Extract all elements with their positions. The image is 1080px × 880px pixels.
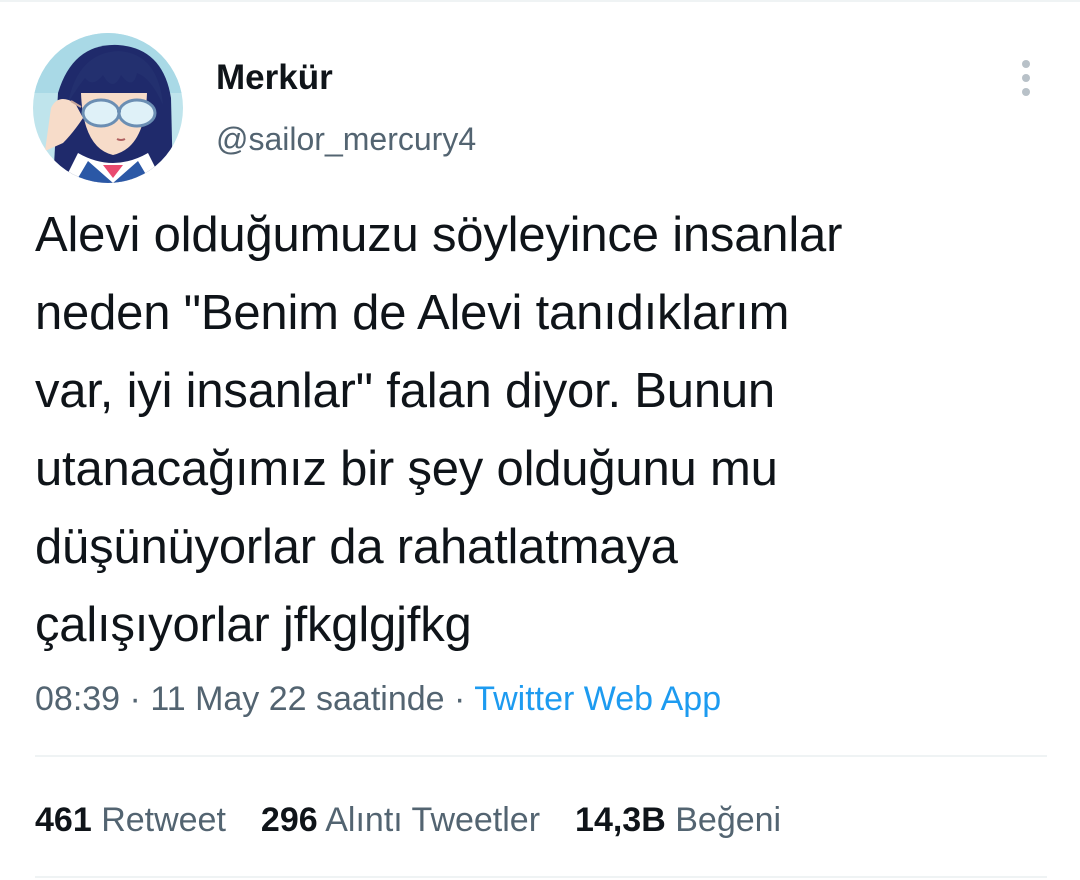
retweets-stat[interactable]: 461 Retweet bbox=[35, 797, 226, 843]
more-options-button[interactable] bbox=[1004, 56, 1048, 100]
avatar[interactable] bbox=[33, 33, 183, 183]
tweet-time[interactable]: 08:39 bbox=[35, 680, 120, 718]
divider bbox=[35, 876, 1047, 878]
retweets-label: Retweet bbox=[101, 801, 226, 839]
quotes-count: 296 bbox=[260, 801, 318, 839]
quotes-stat[interactable]: 296 Alıntı Tweetler bbox=[261, 797, 540, 843]
anime-avatar-icon bbox=[33, 33, 183, 183]
quotes-label: Alıntı Tweetler bbox=[325, 801, 541, 839]
author-handle[interactable]: @sailor_mercury4 bbox=[216, 118, 476, 160]
tweet-date[interactable]: 11 May 22 saatinde bbox=[150, 680, 444, 718]
meta-separator: · bbox=[129, 680, 141, 718]
author-display-name[interactable]: Merkür bbox=[216, 56, 333, 100]
more-vertical-icon bbox=[1022, 60, 1030, 96]
likes-label: Beğeni bbox=[675, 801, 782, 839]
retweets-count: 461 bbox=[35, 801, 92, 839]
tweet-text: Alevi olduğumuzu söyleyince insanlar ned… bbox=[35, 208, 843, 652]
top-divider bbox=[0, 0, 1080, 2]
tweet-source-link[interactable]: Twitter Web App bbox=[474, 680, 721, 718]
likes-count: 14,3B bbox=[575, 801, 666, 839]
tweet-stats: 461 Retweet 296 Alıntı Tweetler 14,3B Be… bbox=[35, 797, 816, 843]
tweet-meta: 08:39 · 11 May 22 saatinde · Twitter Web… bbox=[35, 676, 721, 722]
likes-stat[interactable]: 14,3B Beğeni bbox=[575, 797, 781, 843]
divider bbox=[35, 755, 1047, 757]
meta-separator: · bbox=[454, 680, 466, 718]
